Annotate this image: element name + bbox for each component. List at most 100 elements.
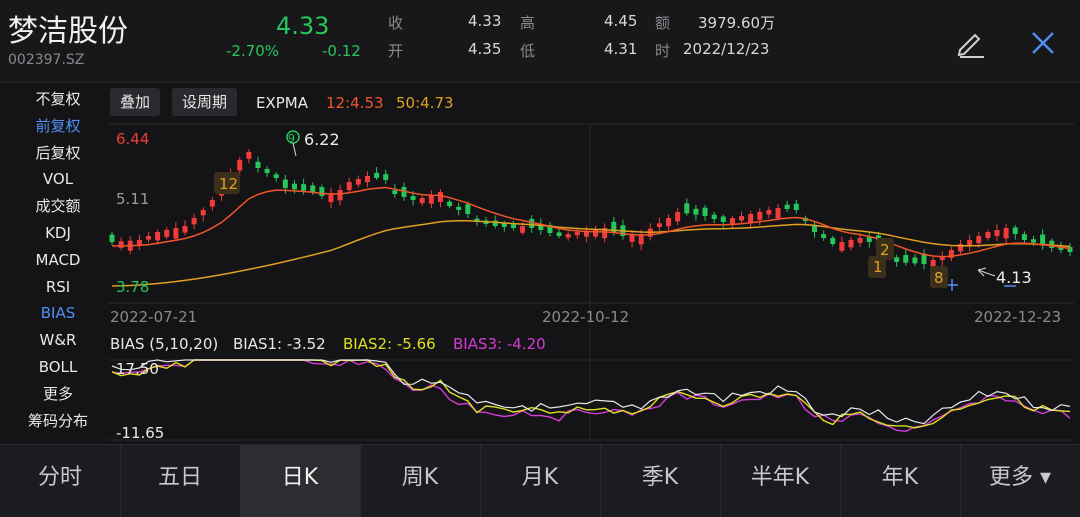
candle-body [912, 257, 918, 264]
candle-body [666, 218, 672, 227]
candle-body [894, 257, 900, 262]
candle-body [675, 212, 681, 222]
badge-12: 12 [219, 175, 238, 193]
candle-body [164, 230, 170, 237]
candle-body [282, 179, 288, 188]
candle-body [1003, 228, 1009, 239]
candle-body [145, 236, 151, 240]
candle-body [866, 237, 872, 242]
candle-body [510, 224, 516, 228]
candle-body [182, 226, 188, 233]
candle-body [857, 238, 863, 243]
candle-body [720, 216, 726, 222]
ema12-line [111, 186, 1071, 258]
date-label-mid: 2022-10-12 [542, 308, 630, 326]
kline-chart[interactable]: 12 9 2 1 8 [0, 0, 1080, 444]
candle-body [264, 168, 270, 173]
candle-body [775, 208, 781, 219]
candle-body [246, 152, 252, 159]
date-label-end: 2022-12-23 [974, 308, 1062, 326]
candle-body [629, 235, 635, 242]
tab-8[interactable]: 更多 ▾ [960, 445, 1080, 517]
candle-body [1021, 234, 1027, 240]
candle-body [839, 242, 845, 251]
candle-body [711, 214, 717, 219]
candle-body [118, 241, 124, 248]
tab-3[interactable]: 周K [360, 445, 481, 517]
candle-body [985, 232, 991, 239]
bias2-label: BIAS2: -5.66 [343, 335, 436, 353]
date-label-start: 2022-07-21 [110, 308, 198, 326]
y-label-mid: 5.11 [116, 190, 150, 208]
candle-body [684, 203, 690, 214]
y-label-top: 6.44 [116, 130, 150, 148]
high-marker-value: 6.22 [304, 130, 340, 149]
candle-body [456, 206, 462, 210]
candle-body [310, 185, 316, 192]
candle-body [976, 236, 982, 244]
candle-body [766, 210, 772, 215]
candle-body [337, 190, 343, 201]
tab-2[interactable]: 日K [240, 445, 361, 517]
candle-body [702, 207, 708, 216]
bias3-label: BIAS3: -4.20 [453, 335, 546, 353]
candle-body [748, 214, 754, 223]
badge-8: 8 [934, 269, 944, 287]
candle-body [136, 240, 142, 246]
candle-body [593, 229, 599, 237]
candle-body [903, 254, 909, 263]
tab-4[interactable]: 月K [480, 445, 601, 517]
candle-body [291, 183, 297, 190]
bias-y-top: 17.50 [116, 360, 159, 378]
candle-body [273, 174, 279, 178]
tab-6[interactable]: 半年K [720, 445, 841, 517]
candle-body [520, 226, 526, 233]
candle-body [739, 216, 745, 221]
candle-body [793, 203, 799, 210]
candle-body [830, 237, 836, 244]
bias-title: BIAS (5,10,20) [110, 335, 219, 353]
candle-body [419, 198, 425, 204]
bias-y-bottom: -11.65 [116, 424, 165, 442]
candle-body [374, 172, 380, 178]
candle-body [574, 232, 580, 236]
candle-body [821, 234, 827, 238]
candle-body [392, 190, 398, 194]
candle-body [209, 200, 215, 207]
candle-body [565, 234, 571, 238]
low-marker-value: 4.13 [996, 268, 1032, 287]
candle-body [301, 184, 307, 191]
candle-body [237, 160, 243, 171]
bias3-line [111, 359, 1071, 433]
candle-body [848, 240, 854, 248]
candle-body [109, 234, 115, 242]
candle-body [355, 179, 361, 185]
candle-body [437, 192, 443, 202]
candle-body [364, 176, 370, 183]
bias1-label: BIAS1: -3.52 [233, 335, 326, 353]
tab-5[interactable]: 季K [600, 445, 721, 517]
candle-body [191, 218, 197, 225]
candle-body [1012, 227, 1018, 234]
candle-body [173, 228, 179, 239]
ema50-line [111, 219, 1071, 287]
candle-body [410, 195, 416, 200]
chart-grid [108, 123, 1074, 441]
candle-body [255, 161, 261, 168]
candle-body [346, 182, 352, 191]
candle-body [994, 230, 1000, 237]
candle-body [428, 195, 434, 204]
tab-1[interactable]: 五日 [120, 445, 241, 517]
candle-body [200, 210, 206, 216]
bias2-line [111, 359, 1071, 429]
candle-body [757, 212, 763, 220]
candle-body [784, 204, 790, 209]
candle-body [319, 187, 325, 196]
bias1-line [111, 359, 1071, 425]
y-label-bottom: 3.78 [116, 278, 150, 296]
candle-body [1031, 239, 1037, 243]
candle-body [447, 201, 453, 206]
candle-body [556, 232, 562, 236]
tab-7[interactable]: 年K [840, 445, 961, 517]
tab-0[interactable]: 分时 [0, 445, 121, 517]
